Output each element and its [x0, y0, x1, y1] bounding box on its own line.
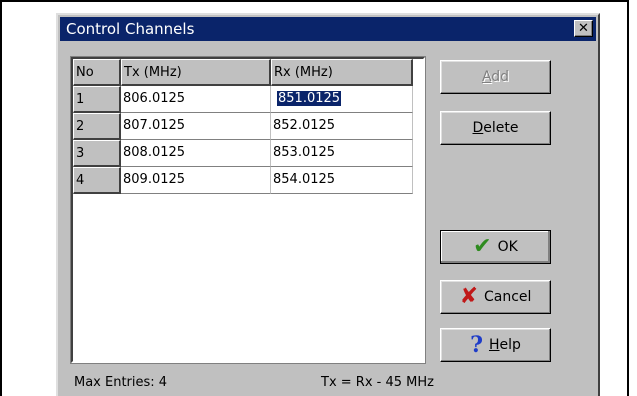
- ok-button[interactable]: ✔ OK: [440, 230, 551, 264]
- row-number[interactable]: 4: [73, 167, 121, 194]
- formula-text: Tx = Rx - 45 MHz: [321, 375, 434, 390]
- ok-button-label: OK: [497, 239, 518, 255]
- table-row: 4 809.0125 854.0125: [73, 167, 423, 194]
- close-button[interactable]: ✕: [574, 20, 593, 37]
- help-button[interactable]: ? Help: [440, 328, 551, 362]
- table-row: 2 807.0125 852.0125: [73, 113, 423, 140]
- cancel-button[interactable]: ✘ Cancel: [440, 280, 551, 314]
- question-icon: ?: [470, 332, 483, 358]
- grid-header: No Tx (MHz) Rx (MHz): [73, 59, 423, 86]
- delete-button[interactable]: Delete: [440, 111, 551, 145]
- column-header-rx[interactable]: Rx (MHz): [271, 59, 413, 86]
- row-number[interactable]: 2: [73, 113, 121, 140]
- row-number[interactable]: 3: [73, 140, 121, 167]
- cancel-button-label: Cancel: [484, 289, 532, 305]
- channels-grid[interactable]: No Tx (MHz) Rx (MHz) 1 806.0125 851.0125…: [70, 56, 426, 364]
- help-button-label: Help: [488, 337, 521, 353]
- rx-cell[interactable]: 852.0125: [271, 113, 413, 140]
- row-number[interactable]: 1: [73, 86, 121, 113]
- add-button-label: Add: [481, 69, 510, 85]
- column-header-no[interactable]: No: [73, 59, 121, 86]
- tx-cell[interactable]: 806.0125: [121, 86, 271, 113]
- rx-cell[interactable]: 854.0125: [271, 167, 413, 194]
- rx-cell-selected[interactable]: 851.0125: [271, 86, 413, 113]
- selected-cell-text: 851.0125: [277, 91, 342, 106]
- tx-cell[interactable]: 807.0125: [121, 113, 271, 140]
- dialog-titlebar[interactable]: Control Channels ✕: [60, 17, 596, 41]
- tx-cell[interactable]: 808.0125: [121, 140, 271, 167]
- max-entries-text: Max Entries: 4: [74, 375, 168, 390]
- close-icon: ✕: [578, 21, 589, 36]
- tx-cell[interactable]: 809.0125: [121, 167, 271, 194]
- table-row: 3 808.0125 853.0125: [73, 140, 423, 167]
- add-button[interactable]: Add: [440, 60, 551, 94]
- control-channels-dialog: Control Channels ✕ No Tx (MHz) Rx (MHz) …: [56, 13, 600, 396]
- column-header-tx[interactable]: Tx (MHz): [121, 59, 271, 86]
- delete-button-label: Delete: [472, 120, 519, 136]
- checkmark-icon: ✔: [473, 234, 492, 259]
- dialog-title: Control Channels: [66, 20, 195, 38]
- x-icon: ✘: [459, 284, 478, 309]
- rx-cell[interactable]: 853.0125: [271, 140, 413, 167]
- table-row: 1 806.0125 851.0125: [73, 86, 423, 113]
